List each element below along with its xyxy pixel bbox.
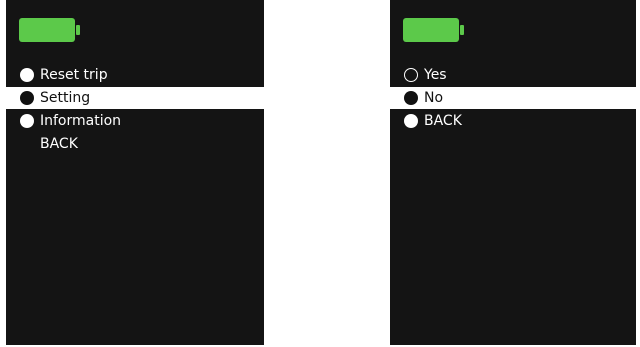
battery-body xyxy=(19,18,75,42)
menu-item-yes[interactable]: Yes xyxy=(390,64,636,86)
menu-item-label: Reset trip xyxy=(40,67,108,83)
battery-icon xyxy=(19,18,81,42)
battery-tip xyxy=(460,25,464,35)
menu-item-label: No xyxy=(424,90,444,106)
radio-bullet-icon xyxy=(404,91,418,105)
radio-bullet-icon xyxy=(20,68,34,82)
empty-bullet-spacer xyxy=(20,137,34,151)
battery-icon xyxy=(403,18,465,42)
radio-bullet-icon xyxy=(20,91,34,105)
menu-item-back[interactable]: BACK xyxy=(6,133,264,155)
device-screens-stage: Reset trip Setting Information BACK Yes … xyxy=(0,0,640,347)
menu-item-label: Setting xyxy=(40,90,91,106)
main-menu: Reset trip Setting Information BACK xyxy=(6,64,264,156)
menu-item-label: Yes xyxy=(424,67,447,83)
menu-item-label: BACK xyxy=(424,113,462,129)
menu-item-information[interactable]: Information xyxy=(6,110,264,132)
menu-item-back[interactable]: BACK xyxy=(390,110,636,132)
menu-item-label: BACK xyxy=(40,136,78,152)
radio-bullet-icon xyxy=(404,114,418,128)
battery-tip xyxy=(76,25,80,35)
left-display: Reset trip Setting Information BACK xyxy=(6,0,264,345)
confirm-menu: Yes No BACK xyxy=(390,64,636,133)
menu-item-setting[interactable]: Setting xyxy=(6,87,264,109)
menu-item-label: Information xyxy=(40,113,122,129)
menu-item-reset-trip[interactable]: Reset trip xyxy=(6,64,264,86)
battery-body xyxy=(403,18,459,42)
radio-bullet-icon xyxy=(20,114,34,128)
menu-item-no[interactable]: No xyxy=(390,87,636,109)
right-display: Yes No BACK xyxy=(390,0,636,345)
radio-bullet-icon xyxy=(404,68,418,82)
